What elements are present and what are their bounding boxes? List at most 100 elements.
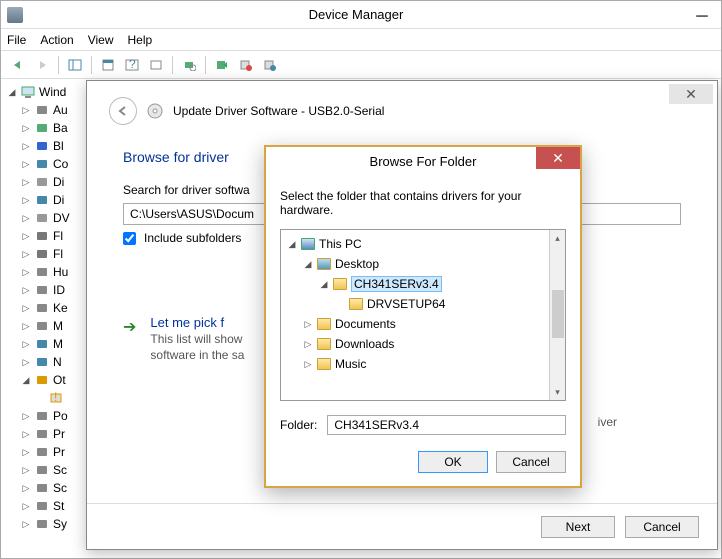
expand-icon[interactable]: ▷	[21, 357, 31, 368]
tree-item-label: Au	[53, 103, 68, 117]
collapse-icon[interactable]: ◢	[319, 279, 329, 290]
disable-button[interactable]	[259, 54, 281, 76]
properties-button[interactable]	[97, 54, 119, 76]
tree-node-selected[interactable]: ◢ CH341SERv3.4	[319, 274, 559, 294]
network-icon	[35, 355, 49, 369]
keyboard-icon	[35, 301, 49, 315]
tree-item-label: Co	[53, 157, 68, 171]
cancel-button[interactable]: Cancel	[625, 516, 699, 538]
expand-icon[interactable]: ▷	[21, 177, 31, 188]
hid-icon	[35, 265, 49, 279]
expand-icon[interactable]: ▷	[21, 411, 31, 422]
expand-icon[interactable]: ▷	[21, 213, 31, 224]
tree-node-documents[interactable]: ▷ Documents	[303, 314, 559, 334]
collapse-icon[interactable]: ◢	[7, 87, 17, 98]
expand-icon[interactable]: ◢	[21, 375, 31, 386]
bluetooth-icon	[35, 139, 49, 153]
folder-icon	[333, 278, 347, 290]
unknown-device-icon: !	[49, 391, 63, 405]
menu-action[interactable]: Action	[40, 33, 73, 47]
back-button[interactable]	[7, 54, 29, 76]
tree-item-label: Ba	[53, 121, 68, 135]
bff-close-button[interactable]: ✕	[536, 147, 580, 169]
scrollbar[interactable]: ▴ ▾	[549, 230, 565, 400]
tree-node-music[interactable]: ▷ Music	[303, 354, 559, 374]
folder-icon	[317, 258, 331, 270]
dvd-icon	[35, 211, 49, 225]
expand-icon[interactable]: ▷	[21, 249, 31, 260]
collapse-icon[interactable]: ◢	[303, 259, 313, 270]
root-label: Wind	[39, 85, 66, 99]
expand-icon[interactable]: ▷	[21, 501, 31, 512]
expand-icon[interactable]: ▷	[21, 195, 31, 206]
expand-icon[interactable]: ▷	[303, 319, 313, 330]
window-button[interactable]	[145, 54, 167, 76]
port-icon	[35, 409, 49, 423]
expand-icon[interactable]: ▷	[21, 105, 31, 116]
expand-icon[interactable]: ▷	[21, 447, 31, 458]
expand-icon[interactable]: ▷	[21, 231, 31, 242]
uds-footer: iver Next Cancel	[87, 503, 717, 549]
bff-cancel-button[interactable]: Cancel	[496, 451, 566, 473]
forward-button[interactable]	[31, 54, 53, 76]
window-title: Device Manager	[23, 7, 689, 22]
tree-node-downloads[interactable]: ▷ Downloads	[303, 334, 559, 354]
letme-suffix: iver	[598, 415, 617, 429]
expand-icon[interactable]: ▷	[21, 483, 31, 494]
tree-item-label: Ot	[53, 373, 66, 387]
show-hide-tree-button[interactable]	[64, 54, 86, 76]
mouse-icon	[35, 319, 49, 333]
menu-file[interactable]: File	[7, 33, 26, 47]
include-subfolders-checkbox[interactable]	[123, 232, 136, 245]
tree-node-desktop[interactable]: ◢ Desktop	[303, 254, 559, 274]
expand-icon[interactable]: ▷	[21, 519, 31, 530]
expand-icon[interactable]: ▷	[303, 359, 313, 370]
expand-icon[interactable]: ▷	[21, 285, 31, 296]
monitor-icon	[35, 337, 49, 351]
back-button[interactable]	[109, 97, 137, 125]
battery-icon	[35, 121, 49, 135]
uninstall-button[interactable]	[235, 54, 257, 76]
processor-icon	[35, 445, 49, 459]
collapse-icon[interactable]: ◢	[287, 239, 297, 250]
expand-icon[interactable]: ▷	[21, 159, 31, 170]
dm-titlebar[interactable]: Device Manager －	[1, 1, 721, 29]
tree-node-this-pc[interactable]: ◢ This PC	[287, 234, 559, 254]
tree-item-label: Sc	[53, 481, 67, 495]
scroll-up-icon[interactable]: ▴	[550, 230, 565, 246]
folder-input[interactable]	[327, 415, 566, 435]
expand-icon[interactable]: ▷	[21, 465, 31, 476]
menu-help[interactable]: Help	[128, 33, 153, 47]
expand-icon[interactable]: ▷	[21, 321, 31, 332]
scroll-down-icon[interactable]: ▾	[550, 384, 565, 400]
tree-item-label: St	[53, 499, 64, 513]
bff-titlebar[interactable]: Browse For Folder ✕	[266, 147, 580, 175]
menu-view[interactable]: View	[88, 33, 114, 47]
folder-tree[interactable]: ◢ This PC ◢ Desktop ◢ CH341SERv3.4	[280, 229, 566, 401]
pc-icon	[301, 238, 315, 250]
expand-icon[interactable]: ▷	[21, 303, 31, 314]
tree-item-label: DV	[53, 211, 70, 225]
tree-item-label: Pr	[53, 445, 65, 459]
expand-icon[interactable]: ▷	[21, 429, 31, 440]
audio-icon	[35, 103, 49, 117]
expand-icon[interactable]: ▷	[303, 339, 313, 350]
toolbar: ?	[1, 51, 721, 79]
selected-folder-label: CH341SERv3.4	[351, 276, 442, 292]
ide-icon	[35, 283, 49, 297]
expand-icon[interactable]: ▷	[21, 339, 31, 350]
expand-icon[interactable]: ▷	[21, 123, 31, 134]
help-button[interactable]: ?	[121, 54, 143, 76]
minimize-icon[interactable]: －	[689, 3, 715, 27]
update-driver-button[interactable]	[211, 54, 233, 76]
next-button[interactable]: Next	[541, 516, 615, 538]
ok-button[interactable]: OK	[418, 451, 488, 473]
uds-close-button[interactable]: ✕	[669, 84, 713, 104]
bff-title: Browse For Folder	[266, 154, 580, 169]
expand-icon[interactable]: ▷	[21, 141, 31, 152]
scroll-thumb[interactable]	[552, 290, 564, 338]
tree-node-drvsetup[interactable]: ▷ DRVSETUP64	[335, 294, 559, 314]
tree-item-label: Hu	[53, 265, 68, 279]
expand-icon[interactable]: ▷	[21, 267, 31, 278]
scan-hardware-button[interactable]	[178, 54, 200, 76]
